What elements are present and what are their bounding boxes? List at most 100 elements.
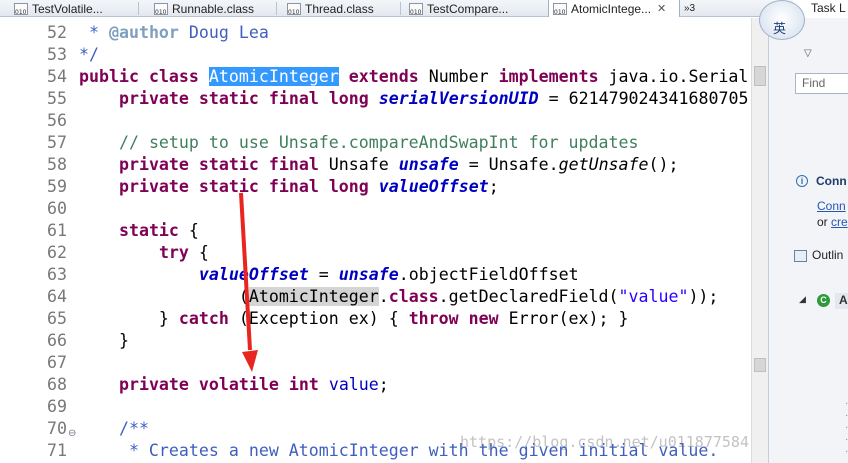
code-text: private volatile int value; — [79, 374, 389, 396]
right-side-panel: ▽ Find i Conn Conn or cre Outlin ◢ C A ·… — [768, 18, 848, 463]
tab-overflow-button[interactable]: »3 — [684, 0, 708, 17]
code-line[interactable]: 66 } — [0, 330, 751, 352]
code-line[interactable]: 60 — [0, 198, 751, 220]
code-token: ( — [79, 287, 249, 306]
code-text: /** — [79, 418, 149, 440]
code-token: = — [308, 265, 339, 284]
code-token: public — [79, 67, 139, 86]
tab-separator — [276, 2, 277, 15]
close-icon[interactable]: ✕ — [657, 2, 666, 15]
tab-overflow-label: »3 — [684, 3, 696, 14]
scrollbar-thumb[interactable] — [754, 66, 766, 86]
create-link[interactable]: cre — [831, 215, 848, 229]
code-line[interactable]: 52 * @author Doug Lea — [0, 22, 751, 44]
code-line[interactable]: 56 — [0, 110, 751, 132]
code-line[interactable]: 63 valueOffset = unsafe.objectFieldOffse… — [0, 264, 751, 286]
outline-header[interactable]: Outlin — [812, 248, 843, 262]
line-number: 60 — [47, 199, 67, 218]
outline-icon — [794, 250, 807, 262]
code-token: */ — [79, 45, 99, 64]
code-token: serialVersionUID — [378, 89, 539, 108]
tab-testvolatile[interactable]: TestVolatile... — [14, 0, 134, 17]
code-token: Number — [418, 67, 499, 86]
tab-thread-class[interactable]: Thread.class — [287, 0, 397, 17]
code-text: */ — [79, 44, 99, 66]
scrollbar-marker — [754, 358, 766, 372]
tab-separator — [138, 2, 139, 15]
task-list-label: Task L — [811, 1, 846, 15]
code-token: valueOffset — [198, 265, 309, 284]
line-number: 52 — [47, 23, 67, 42]
code-line[interactable]: 58 private static final Unsafe unsafe = … — [0, 154, 751, 176]
line-number: 64 — [47, 287, 67, 306]
class-file-icon — [154, 2, 168, 16]
connect-or-text: or cre — [817, 215, 848, 229]
code-token: long — [328, 89, 369, 108]
code-token: ; — [488, 177, 499, 196]
code-token: private — [118, 177, 189, 196]
expand-arrow-icon[interactable]: ◢ — [799, 294, 806, 305]
code-line[interactable]: 65 } catch (Exception ex) { throw new Er… — [0, 308, 751, 330]
code-token: class — [388, 287, 439, 306]
outline-tree-item[interactable]: ◢ C A — [799, 292, 848, 312]
ime-language-label: 英 — [773, 22, 787, 37]
code-line[interactable]: 68 private volatile int value; — [0, 374, 751, 396]
line-number: 68 — [47, 375, 67, 394]
code-token: private — [118, 375, 189, 394]
code-token: . — [378, 287, 389, 306]
find-input[interactable]: Find — [795, 73, 848, 94]
code-line[interactable]: 57 // setup to use Unsafe.compareAndSwap… — [0, 132, 751, 154]
chevron-down-icon[interactable]: ▽ — [804, 48, 812, 59]
code-line[interactable]: 67 — [0, 352, 751, 374]
code-line[interactable]: 61 static { — [0, 220, 751, 242]
editor-vertical-scrollbar[interactable] — [751, 18, 768, 463]
connect-link[interactable]: Conn — [817, 199, 846, 213]
code-line[interactable]: 53 */ — [0, 44, 751, 66]
code-line[interactable]: 54 public class AtomicInteger extends Num… — [0, 66, 751, 88]
code-line[interactable]: 62 try { — [0, 242, 751, 264]
find-placeholder: Find — [802, 76, 826, 90]
code-token: = Unsafe. — [458, 155, 559, 174]
code-token: value — [328, 375, 379, 394]
java-file-icon — [14, 2, 28, 16]
watermark-text: https://blog.csdn.net/u011877584 — [460, 433, 749, 451]
code-text: // setup to use Unsafe.compareAndSwapInt… — [79, 132, 639, 154]
code-token: .objectFieldOffset — [398, 265, 579, 284]
code-token: @author — [108, 23, 179, 42]
code-token: unsafe — [338, 265, 399, 284]
line-number: 61 — [47, 221, 67, 240]
line-number: 71 — [47, 441, 67, 460]
code-line[interactable]: 59 private static final long valueOffset… — [0, 176, 751, 198]
code-token: throw — [408, 309, 459, 328]
line-number: 62 — [47, 243, 67, 262]
line-number: 56 — [47, 111, 67, 130]
tab-atomicinteger-class[interactable]: AtomicIntege... ✕ — [548, 0, 680, 17]
code-text: private static final Unsafe unsafe = Uns… — [79, 154, 679, 176]
tab-testcompare[interactable]: TestCompare... — [409, 0, 539, 17]
code-token: final — [268, 177, 319, 196]
code-line[interactable]: 64 (AtomicInteger.class.getDeclaredField… — [0, 286, 751, 308]
code-editor[interactable]: 52 * @author Doug Lea 53 */ 54 public class … — [0, 18, 751, 463]
info-icon: i — [796, 175, 808, 187]
code-token: final — [268, 89, 319, 108]
code-token: try — [158, 243, 189, 262]
or-label: or — [817, 215, 832, 229]
code-text: try { — [79, 242, 209, 264]
code-line[interactable]: 55 private static final long serialVersi… — [0, 88, 751, 110]
ime-indicator[interactable]: 英 — [757, 0, 807, 40]
tab-runnable-class[interactable]: Runnable.class — [154, 0, 272, 17]
line-number: 53 — [47, 45, 67, 64]
code-line[interactable]: 69 — [0, 396, 751, 418]
